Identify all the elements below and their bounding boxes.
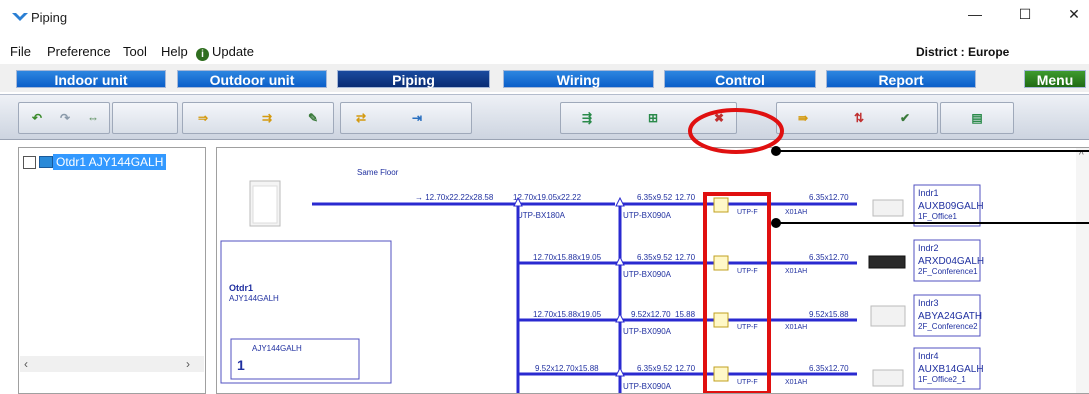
callout-dot-1 bbox=[771, 146, 781, 156]
callout-dot-2 bbox=[771, 218, 781, 228]
annotation-overlay bbox=[688, 108, 1089, 228]
highlight-ellipse bbox=[688, 108, 784, 154]
